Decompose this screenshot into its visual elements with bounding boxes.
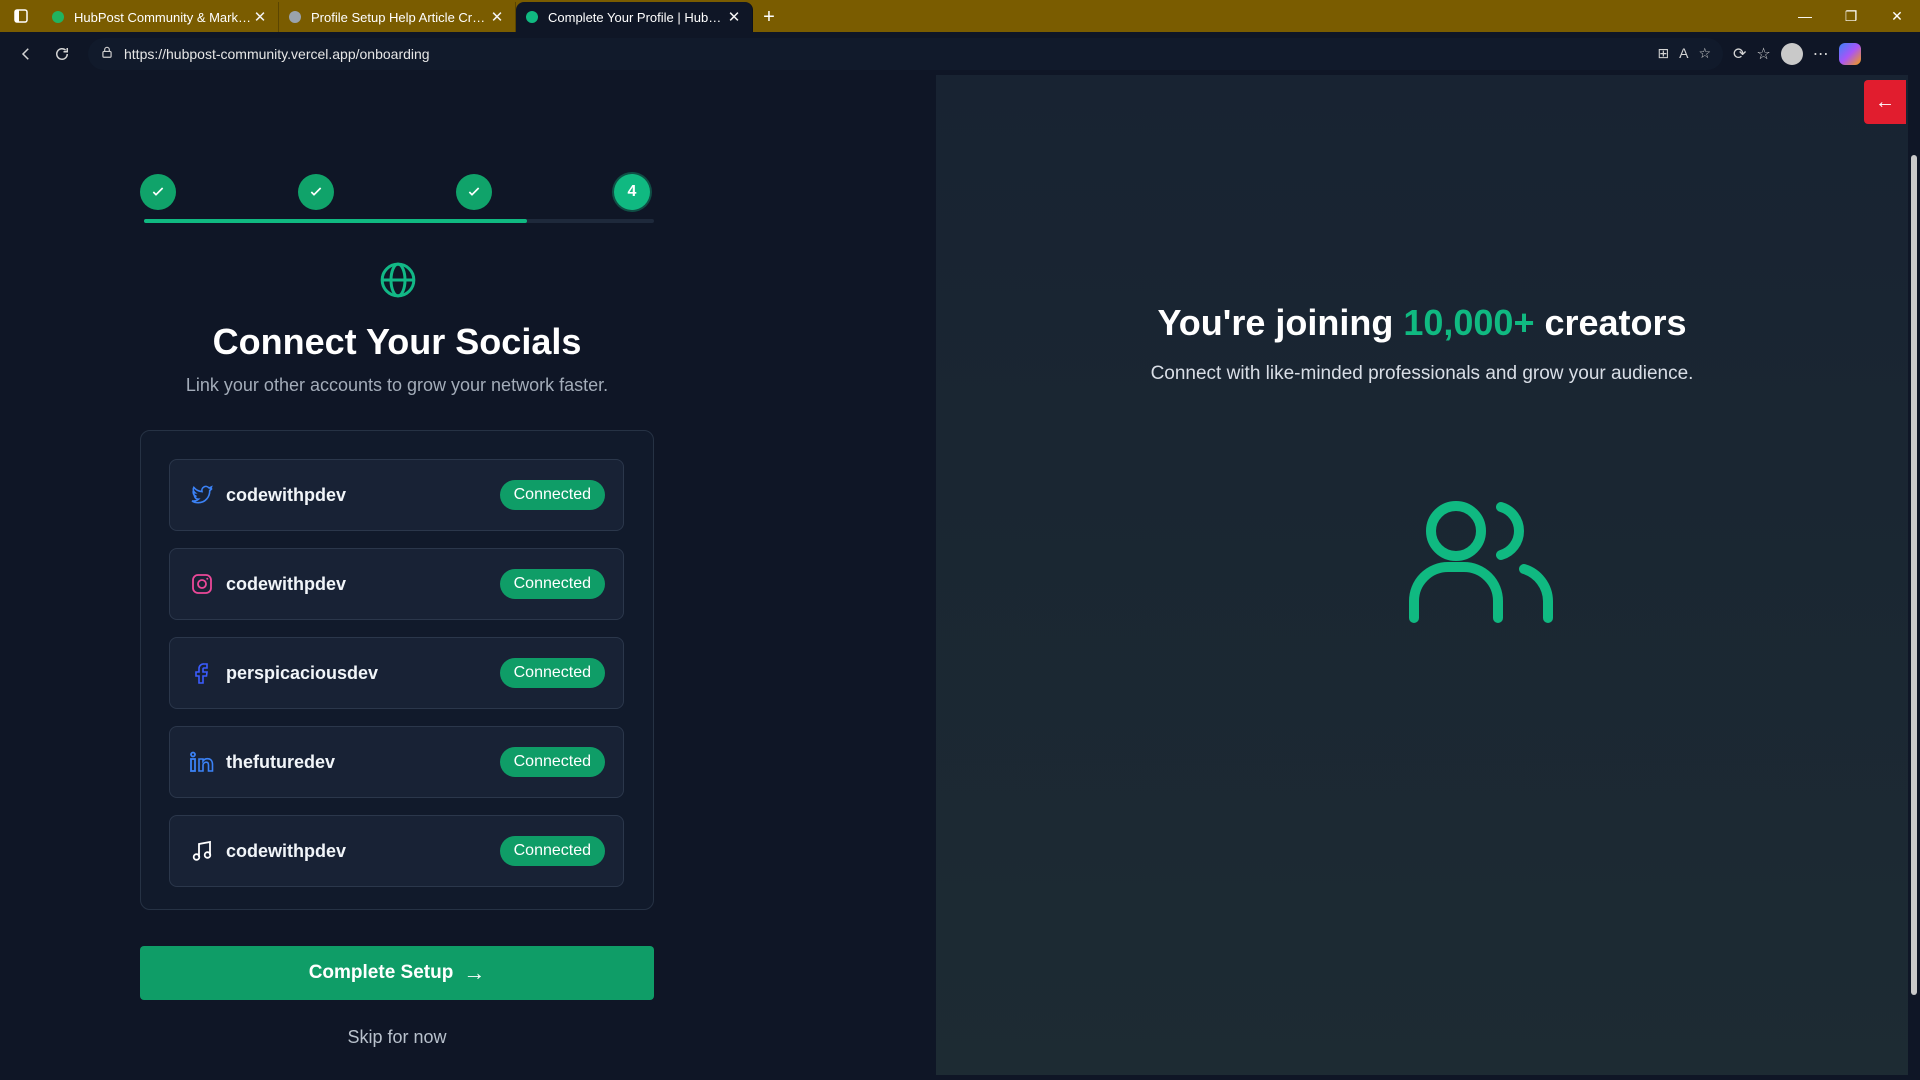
lock-icon — [100, 45, 114, 62]
browser-tab[interactable]: HubPost Community & Marketpl… ✕ — [42, 2, 279, 32]
arrow-right-icon: → — [463, 960, 486, 985]
browser-tab[interactable]: Profile Setup Help Article Creatio… ✕ — [279, 2, 516, 32]
complete-setup-label: Complete Setup — [308, 962, 454, 983]
social-row-linkedin[interactable]: thefuturedev Connected — [169, 726, 624, 798]
restore-button[interactable]: ❐ — [1828, 0, 1874, 32]
page-scrollbar[interactable] — [1908, 75, 1920, 1080]
url-input[interactable]: https://hubpost-community.vercel.app/onb… — [88, 37, 1723, 70]
connected-badge: Connected — [499, 836, 605, 866]
page-title: Connect Your Socials — [212, 321, 582, 362]
browser-window: HubPost Community & Marketpl… ✕ Profile … — [0, 0, 1920, 1080]
window-controls: — ❐ ✕ — [1782, 0, 1920, 32]
page-content: 4 Connect Your Socials Link your other a… — [4, 75, 1908, 1075]
twitter-icon — [188, 481, 216, 509]
back-button[interactable] — [8, 36, 44, 72]
hero-panel: You're joining 10,000+ creators Connect … — [936, 75, 1908, 1075]
tabs-icon — [14, 9, 28, 23]
hero-subtitle: Connect with like-minded professionals a… — [1150, 363, 1694, 384]
read-aloud-icon[interactable]: A — [1679, 45, 1688, 62]
progress-track — [144, 219, 654, 223]
skip-link[interactable]: Skip for now — [140, 1027, 654, 1048]
hero-title-accent: 10,000+ — [1403, 302, 1535, 343]
onboarding-panel: 4 Connect Your Socials Link your other a… — [4, 75, 936, 1075]
close-tab-icon[interactable]: ✕ — [489, 8, 505, 26]
hero-title-prefix: You're joining — [1157, 302, 1404, 343]
linkedin-icon — [188, 748, 216, 776]
progress-fill — [144, 219, 527, 223]
social-row-instagram[interactable]: codewithpdev Connected — [169, 548, 624, 620]
social-row-music[interactable]: codewithpdev Connected — [169, 815, 624, 887]
app-available-icon[interactable]: ⊞ — [1657, 45, 1669, 62]
favorites-icon[interactable]: ☆ — [1756, 44, 1770, 64]
close-tab-icon[interactable]: ✕ — [252, 8, 268, 26]
address-bar: https://hubpost-community.vercel.app/onb… — [0, 32, 1920, 75]
favicon-icon — [526, 11, 538, 23]
account-handle: perspicaciousdev — [226, 662, 379, 683]
sidebar-toggle-button[interactable]: ← — [1864, 80, 1906, 124]
users-icon — [1406, 493, 1556, 623]
account-handle: codewithpdev — [226, 484, 347, 505]
page-subtitle: Link your other accounts to grow your ne… — [185, 375, 609, 395]
refresh-button[interactable] — [44, 36, 80, 72]
social-accounts-card: codewithpdev Connected codewithpdev Conn… — [140, 430, 654, 910]
social-row-twitter[interactable]: codewithpdev Connected — [169, 459, 624, 531]
refresh-icon — [56, 47, 68, 60]
social-row-facebook[interactable]: perspicaciousdev Connected — [169, 637, 624, 709]
url-text: https://hubpost-community.vercel.app/onb… — [124, 45, 430, 62]
connected-badge: Connected — [499, 747, 605, 777]
check-icon — [152, 187, 164, 196]
step-3-complete — [456, 174, 492, 210]
favicon-icon — [289, 11, 301, 23]
close-tab-icon[interactable]: ✕ — [726, 8, 742, 26]
scrollbar-thumb[interactable] — [1911, 155, 1917, 995]
complete-setup-button[interactable]: Complete Setup → — [140, 946, 654, 1000]
music-icon — [188, 837, 216, 865]
title-bar: HubPost Community & Marketpl… ✕ Profile … — [0, 0, 1920, 32]
step-1-complete — [140, 174, 176, 210]
tab-label: HubPost Community & Marketpl… — [74, 9, 252, 25]
stepper: 4 — [140, 174, 654, 224]
instagram-icon — [188, 570, 216, 598]
check-icon — [468, 187, 480, 196]
connected-badge: Connected — [499, 480, 605, 510]
tab-actions-button[interactable] — [0, 0, 42, 32]
connected-badge: Connected — [499, 569, 605, 599]
extensions-icon[interactable]: ⟳ — [1733, 44, 1746, 64]
account-handle: codewithpdev — [226, 840, 347, 861]
arrow-left-icon — [21, 47, 29, 60]
hero-title: You're joining 10,000+ creators — [936, 302, 1908, 344]
tab-label: Profile Setup Help Article Creatio… — [311, 9, 489, 25]
favorite-star-icon[interactable]: ☆ — [1698, 45, 1711, 62]
globe-icon — [378, 260, 418, 300]
new-tab-button[interactable]: + — [753, 2, 785, 32]
step-2-complete — [298, 174, 334, 210]
browser-tab-active[interactable]: Complete Your Profile | HubPost C… ✕ — [516, 2, 753, 32]
arrow-left-icon: ← — [1875, 90, 1895, 113]
more-menu-icon[interactable]: ⋯ — [1813, 44, 1829, 64]
favicon-icon — [52, 11, 64, 23]
step-4-current: 4 — [614, 174, 650, 210]
profile-avatar[interactable] — [1780, 42, 1803, 65]
minimize-button[interactable]: — — [1782, 0, 1828, 32]
check-icon — [310, 187, 322, 196]
connected-badge: Connected — [499, 658, 605, 688]
browser-toolbar: ⟳ ☆ ⋯ — [1733, 42, 1861, 65]
account-handle: thefuturedev — [226, 751, 336, 772]
facebook-icon — [188, 659, 216, 687]
copilot-icon[interactable] — [1838, 42, 1861, 65]
account-handle: codewithpdev — [226, 573, 347, 594]
url-bar-icons: ⊞ A ☆ — [1657, 45, 1711, 62]
hero-title-suffix: creators — [1534, 302, 1687, 343]
tab-label: Complete Your Profile | HubPost C… — [548, 9, 726, 25]
close-window-button[interactable]: ✕ — [1874, 0, 1920, 32]
